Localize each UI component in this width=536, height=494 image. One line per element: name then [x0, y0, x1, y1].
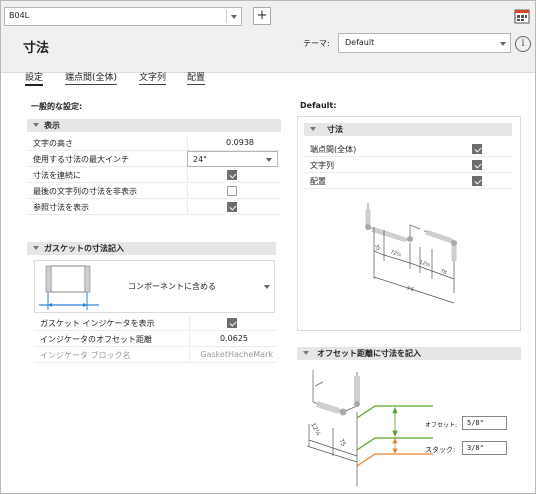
- show-ref-row: 参照寸法を表示: [27, 200, 281, 215]
- continuous-label: 寸法を連続に: [33, 171, 81, 180]
- continuous-checkbox[interactable]: [227, 170, 237, 180]
- show-ref-checkbox[interactable]: [227, 202, 237, 212]
- default-overall-checkbox[interactable]: [472, 144, 482, 154]
- row-divider: [187, 168, 188, 182]
- profile-select-divider: [226, 10, 227, 23]
- row-divider: [189, 348, 190, 362]
- profile-select[interactable]: B04L: [4, 7, 242, 26]
- show-indicator-label: ガスケット インジケータを表示: [40, 319, 155, 328]
- theme-select[interactable]: Default: [338, 33, 511, 53]
- default-placement-label: 配置: [310, 177, 326, 186]
- max-inch-value: 24": [193, 155, 207, 164]
- offset-group-title: オフセット距離に寸法を記入: [317, 349, 421, 358]
- offset-preview-dim-label: 12¼: [309, 422, 322, 437]
- show-indicator-row: ガスケット インジケータを表示: [34, 316, 277, 331]
- theme-select-value: Default: [345, 38, 375, 47]
- dropdown-icon: [500, 42, 506, 46]
- profile-select-value: B04L: [9, 11, 30, 20]
- preview-dim-label: 3'6: [405, 285, 414, 293]
- max-inch-select[interactable]: 24": [187, 151, 278, 167]
- display-group-title: 表示: [44, 121, 60, 130]
- hide-last-checkbox[interactable]: [227, 186, 237, 196]
- row-divider: [187, 136, 188, 150]
- offset-group-header[interactable]: オフセット距離に寸法を記入: [297, 347, 521, 360]
- tool-icon[interactable]: [514, 8, 530, 24]
- text-height-row: 文字の高さ 0.0938: [27, 136, 281, 151]
- continuous-row: 寸法を連続に: [27, 168, 281, 183]
- indicator-offset-label: インジケータのオフセット距離: [40, 335, 152, 344]
- collapse-icon: [310, 127, 316, 131]
- default-text-checkbox[interactable]: [472, 160, 482, 170]
- tab-placement[interactable]: 配置: [187, 70, 206, 85]
- dropdown-icon: [231, 15, 237, 19]
- indicator-offset-row: インジケータのオフセット距離 0.0625: [34, 332, 277, 347]
- general-heading: 一般的な設定:: [31, 102, 83, 111]
- show-ref-label: 参照寸法を表示: [33, 203, 89, 212]
- theme-label: テーマ:: [303, 39, 330, 48]
- text-height-value[interactable]: 0.0938: [226, 138, 254, 147]
- gasket-group-title: ガスケットの寸法記入: [44, 244, 124, 253]
- collapse-icon: [303, 351, 309, 355]
- tab-text[interactable]: 文字列: [139, 70, 167, 85]
- gasket-group-header[interactable]: ガスケットの寸法記入: [27, 242, 276, 255]
- dropdown-icon: [266, 158, 272, 162]
- default-placement-row: 配置: [304, 174, 512, 189]
- stack-input[interactable]: 3/8": [462, 441, 507, 455]
- default-text-label: 文字列: [310, 161, 334, 170]
- stack-field-label: スタック:: [425, 446, 456, 454]
- tab-settings[interactable]: 設定: [25, 70, 44, 86]
- row-divider: [189, 316, 190, 330]
- default-overall-label: 端点間(全体): [310, 145, 357, 154]
- default-placement-checkbox[interactable]: [472, 176, 482, 186]
- dim-group-title: 寸法: [327, 125, 343, 134]
- hide-last-label: 最後の文字列の寸法を非表示: [33, 187, 137, 196]
- dropdown-icon: [264, 285, 270, 289]
- offset-preview-dim-label: 75: [337, 438, 347, 448]
- row-divider: [187, 184, 188, 198]
- hide-last-row: 最後の文字列の寸法を非表示: [27, 184, 281, 199]
- show-indicator-checkbox[interactable]: [227, 318, 237, 328]
- gasket-preview-image: [39, 265, 99, 310]
- default-text-row: 文字列: [304, 158, 512, 173]
- indicator-block-label: インジケータ ブロック名: [40, 351, 131, 360]
- offset-input[interactable]: 5/8": [462, 416, 507, 430]
- default-heading: Default:: [300, 101, 337, 110]
- dim-group-header[interactable]: 寸法: [304, 123, 512, 136]
- info-icon[interactable]: i: [515, 36, 531, 52]
- row-divider: [187, 200, 188, 214]
- collapse-icon: [33, 246, 39, 250]
- add-icon: +: [256, 8, 268, 23]
- row-divider: [189, 332, 190, 346]
- tab-overall[interactable]: 端点間(全体): [65, 70, 118, 85]
- add-profile-button[interactable]: +: [253, 7, 271, 25]
- text-height-label: 文字の高さ: [33, 139, 73, 148]
- collapse-icon: [33, 123, 39, 127]
- preview-dim-label: 78: [439, 268, 447, 276]
- display-group-header[interactable]: 表示: [27, 119, 281, 132]
- page-title: 寸法: [23, 41, 50, 56]
- dimension-preview-image: 35 72¼ 12¼ 78 3'6: [365, 203, 457, 304]
- gasket-option-value: コンポーネントに含める: [128, 282, 216, 291]
- offset-field-label: オフセット:: [425, 422, 458, 429]
- max-inch-label: 使用する寸法の最大インチ: [33, 155, 129, 164]
- default-overall-row: 端点間(全体): [304, 142, 512, 157]
- indicator-block-value: GasketHacheMark: [200, 350, 273, 359]
- indicator-offset-value[interactable]: 0.0625: [220, 334, 248, 343]
- gasket-option-select[interactable]: コンポーネントに含める: [34, 260, 275, 313]
- indicator-block-row: インジケータ ブロック名 GasketHacheMark: [34, 348, 277, 363]
